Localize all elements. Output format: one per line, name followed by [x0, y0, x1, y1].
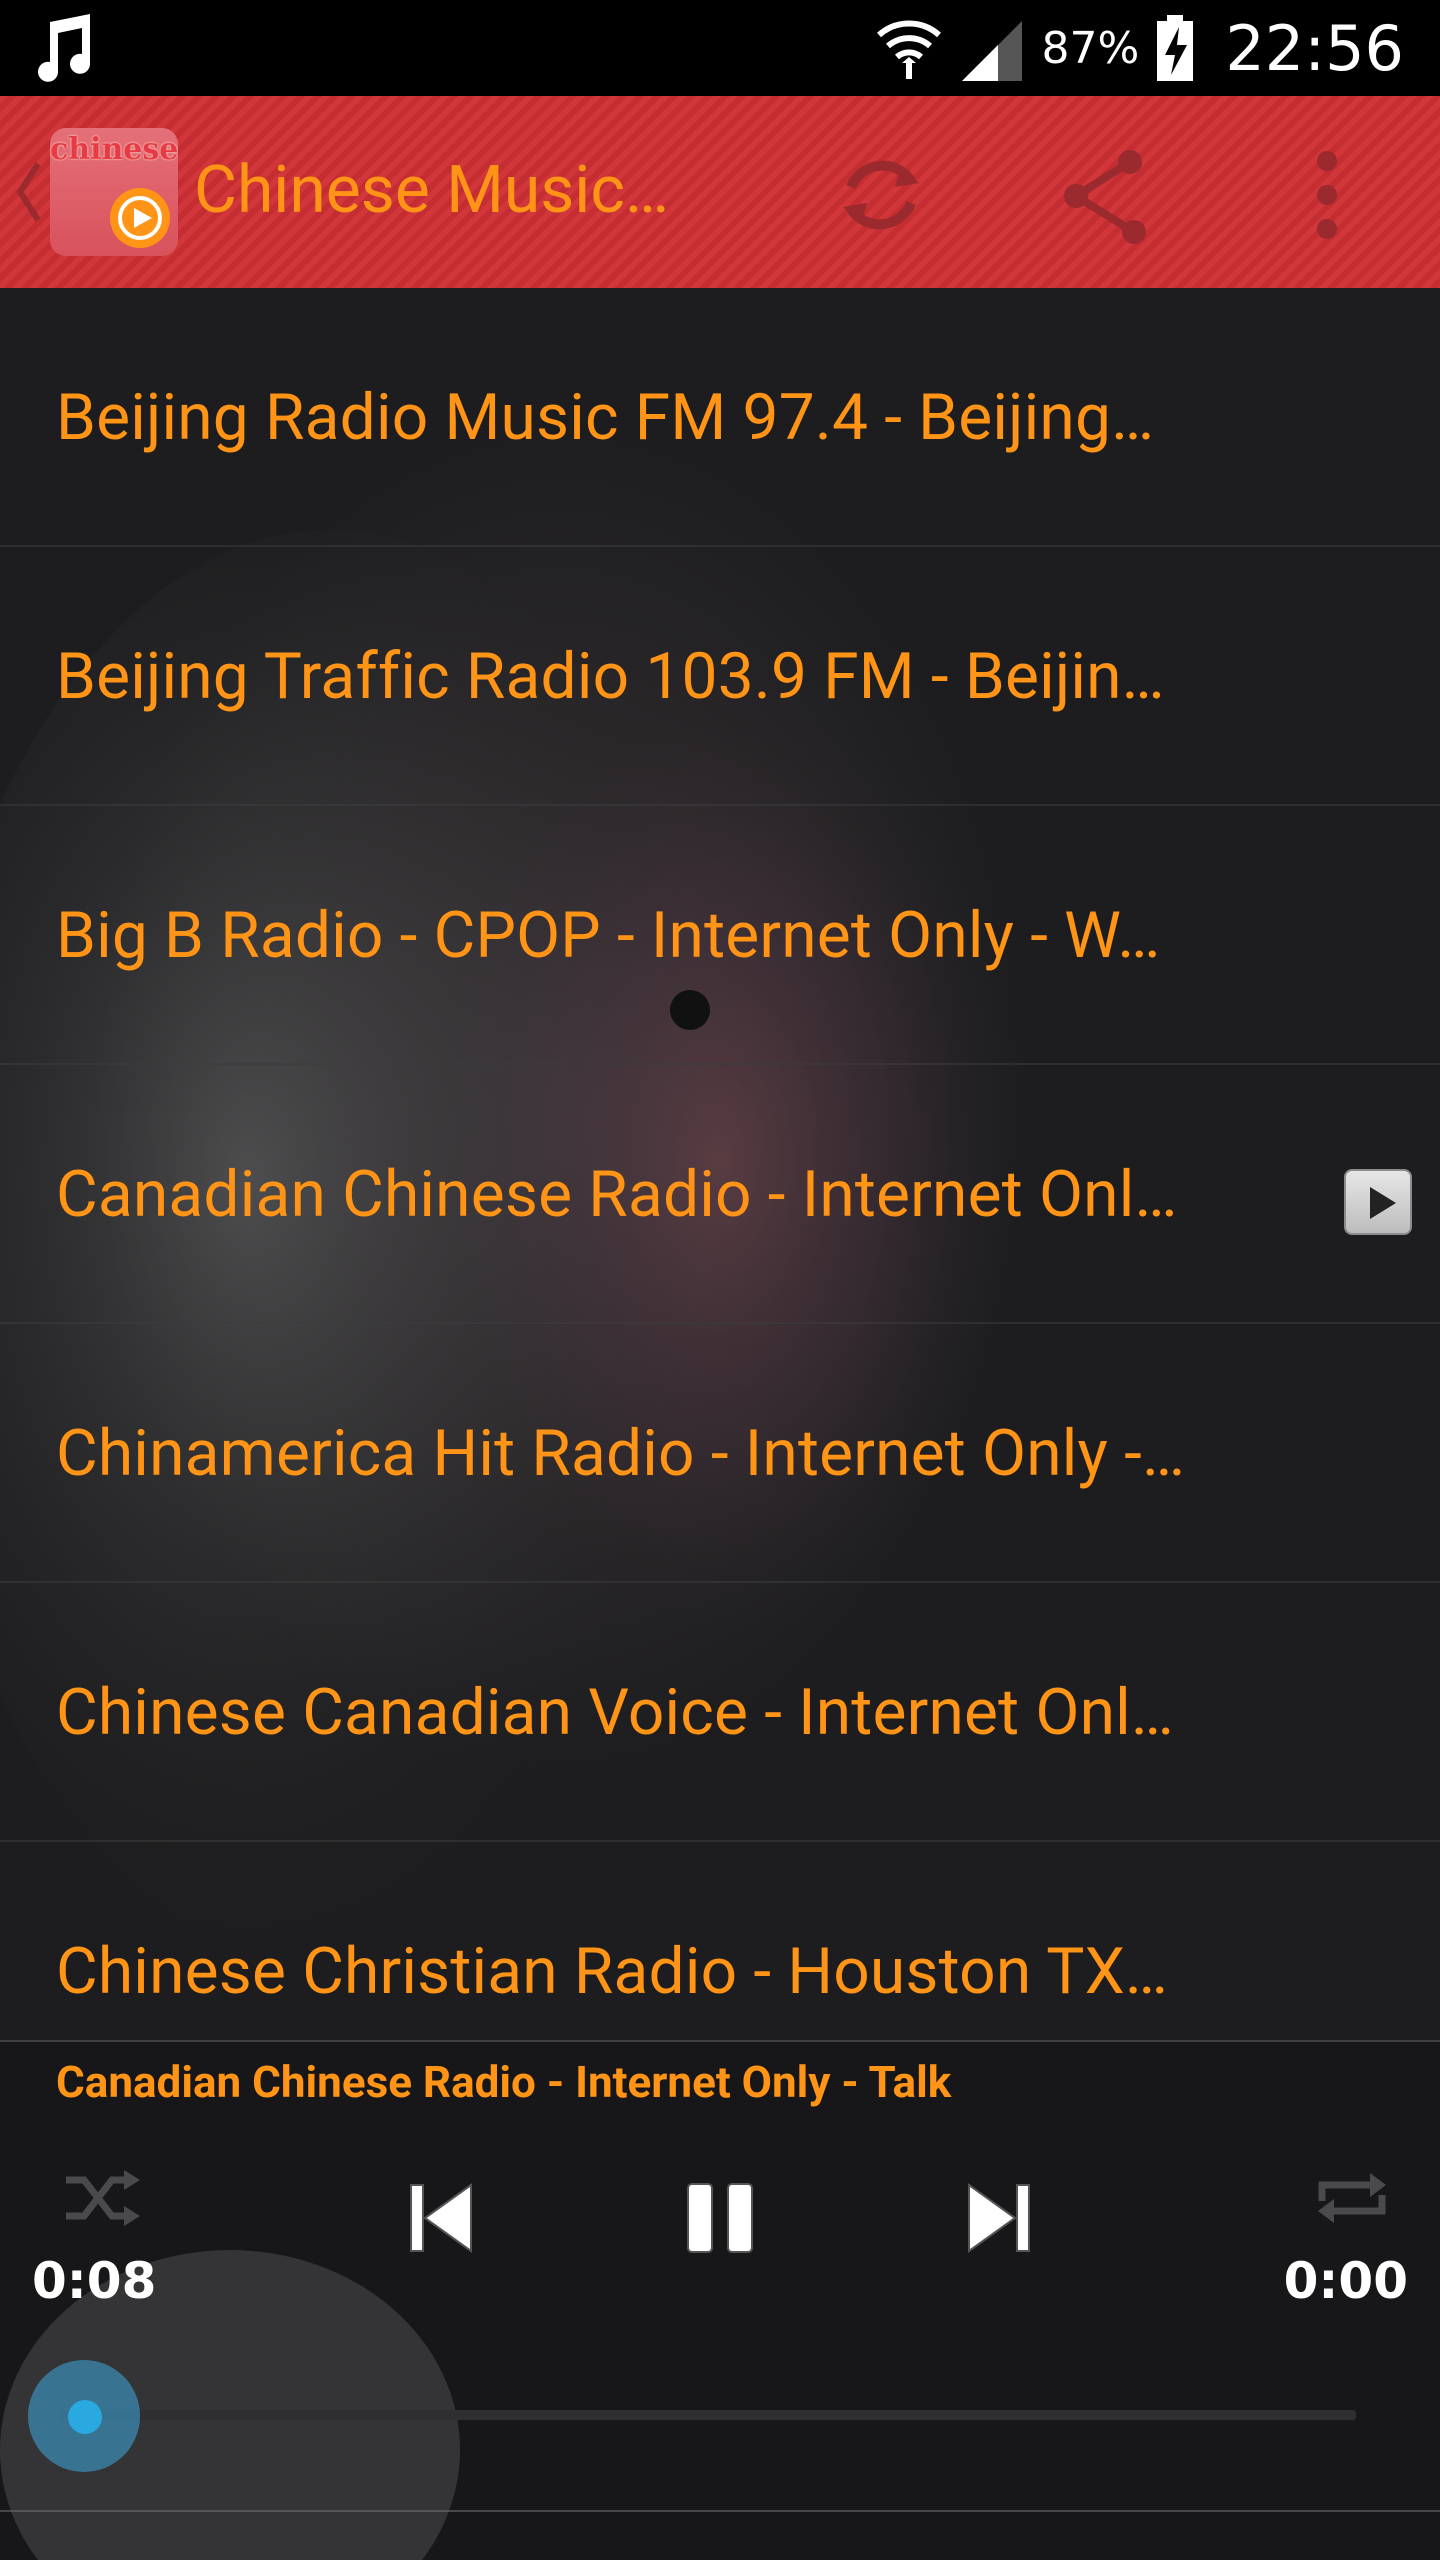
station-item[interactable]: Chinamerica Hit Radio - Internet Only -… — [0, 1324, 1440, 1583]
next-button[interactable] — [952, 2172, 1044, 2264]
wifi-icon — [876, 20, 941, 79]
signal-icon — [961, 21, 1022, 81]
station-item[interactable]: Chinese Canadian Voice - Internet Onl… — [0, 1583, 1440, 1842]
refresh-icon — [843, 160, 919, 230]
total-time: 0:00 — [1283, 2252, 1408, 2310]
overflow-menu-button[interactable] — [1272, 140, 1382, 250]
shuffle-button[interactable] — [52, 2158, 152, 2238]
station-item[interactable]: Beijing Traffic Radio 103.9 FM - Beijin… — [0, 547, 1440, 806]
pause-icon — [687, 2183, 753, 2253]
elapsed-time: 0:08 — [32, 2252, 157, 2310]
repeat-button[interactable] — [1300, 2158, 1404, 2238]
previous-button[interactable] — [396, 2172, 488, 2264]
seek-thumb[interactable] — [28, 2360, 140, 2472]
music-note-icon — [38, 14, 90, 82]
next-icon — [968, 2183, 1030, 2253]
app-title: Chinese Music… — [194, 152, 670, 229]
media-player: Canadian Chinese Radio - Internet Only -… — [0, 2040, 1440, 2560]
share-icon — [1064, 150, 1146, 244]
battery-percent: 87% — [1041, 22, 1140, 74]
status-bar: 87% 22:56 — [0, 0, 1440, 96]
pause-button[interactable] — [672, 2172, 768, 2264]
station-label: Chinese Canadian Voice - Internet Onl… — [56, 1675, 1174, 1750]
previous-icon — [410, 2183, 472, 2253]
app-bar: chinese Chinese Music… — [0, 96, 1440, 288]
station-label: Beijing Radio Music FM 97.4 - Beijing… — [56, 380, 1155, 455]
back-chevron-icon[interactable] — [14, 160, 44, 224]
clock: 22:56 — [1225, 11, 1404, 85]
station-list: Beijing Radio Music FM 97.4 - Beijing… B… — [0, 288, 1440, 2101]
station-label: Canadian Chinese Radio - Internet Onl… — [56, 1157, 1178, 1232]
station-item[interactable]: Canadian Chinese Radio - Internet Onl… — [0, 1065, 1440, 1324]
shuffle-icon — [66, 2170, 140, 2226]
now-playing-indicator-icon — [1344, 1169, 1412, 1235]
play-circle-icon — [110, 188, 170, 248]
divider — [0, 2510, 1440, 2512]
station-label: Beijing Traffic Radio 103.9 FM - Beijin… — [56, 639, 1165, 714]
station-label: Chinamerica Hit Radio - Internet Only -… — [56, 1416, 1185, 1491]
app-logo[interactable]: chinese — [50, 128, 178, 256]
battery-charging-icon — [1157, 15, 1194, 81]
repeat-icon — [1318, 2173, 1386, 2223]
seek-bar[interactable] — [60, 2410, 1356, 2420]
station-item[interactable]: Beijing Radio Music FM 97.4 - Beijing… — [0, 288, 1440, 547]
app-logo-text: chinese — [50, 132, 178, 167]
station-label: Big B Radio - CPOP - Internet Only - W… — [56, 898, 1161, 973]
refresh-button[interactable] — [826, 140, 936, 250]
overflow-menu-icon — [1317, 151, 1337, 239]
station-item[interactable]: Big B Radio - CPOP - Internet Only - W… — [0, 806, 1440, 1065]
share-button[interactable] — [1054, 140, 1164, 250]
now-playing-title: Canadian Chinese Radio - Internet Only -… — [56, 2056, 952, 2108]
